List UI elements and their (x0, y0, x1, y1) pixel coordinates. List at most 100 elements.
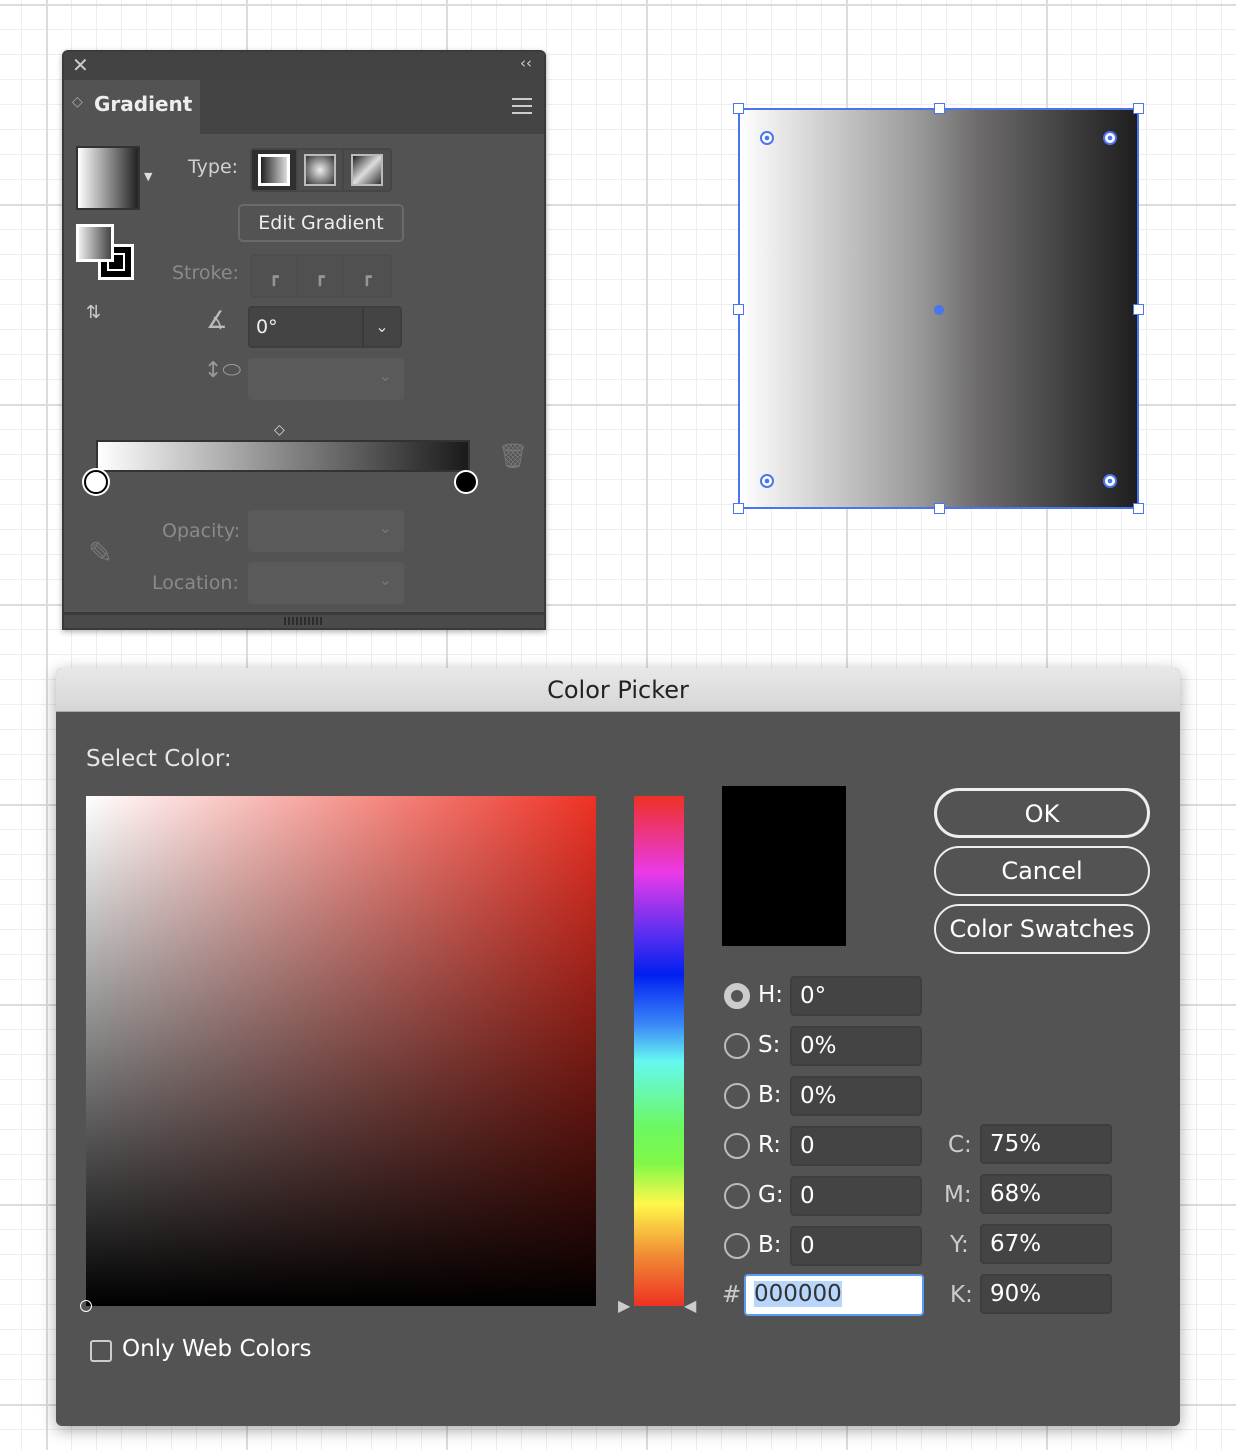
selection-handle[interactable] (934, 503, 945, 514)
selection-handle[interactable] (733, 304, 744, 315)
select-color-label: Select Color: (86, 746, 232, 772)
angle-value: 0° (250, 308, 364, 346)
selection-handle[interactable] (733, 103, 744, 114)
color-picker-dialog: Color Picker Select Color: ▶ ◀ OK Cancel… (56, 668, 1180, 1426)
type-label: Type: (188, 156, 239, 178)
gradient-panel: ✕ ‹‹ ◇ Gradient ▼ ⇅ Type: Edit Gradient … (62, 50, 546, 630)
cyan-input[interactable]: 75% (980, 1124, 1112, 1164)
center-point[interactable] (934, 305, 944, 315)
hue-slider-arrow-left[interactable]: ▶ (618, 1296, 630, 1315)
gradient-slider[interactable] (96, 440, 470, 472)
opacity-label: Opacity: (162, 520, 241, 542)
type-selector (250, 148, 392, 192)
stroke-label: Stroke: (172, 262, 239, 284)
current-color-preview (722, 786, 846, 946)
collapse-icon[interactable]: ‹‹ (520, 54, 532, 72)
magenta-label: M: (944, 1182, 972, 1208)
corner-widget[interactable] (760, 474, 774, 488)
only-web-colors-label: Only Web Colors (122, 1336, 312, 1362)
yellow-input[interactable]: 67% (980, 1224, 1112, 1264)
blue-label: B: (758, 1232, 782, 1258)
hex-input[interactable]: 000000 (744, 1274, 924, 1316)
dropdown-arrow-icon[interactable]: ▼ (144, 170, 152, 183)
reverse-gradient-icon[interactable]: ⇅ (86, 302, 101, 323)
blue-input[interactable]: 0 (790, 1226, 922, 1266)
ok-button[interactable]: OK (934, 788, 1150, 838)
corner-widget[interactable] (760, 131, 774, 145)
location-dropdown[interactable]: ⌄ (248, 562, 404, 604)
radial-gradient-button[interactable] (298, 150, 344, 190)
fill-swatch[interactable] (76, 224, 114, 262)
chevron-down-icon: ⌄ (378, 518, 392, 537)
location-label: Location: (152, 572, 239, 594)
aspect-ratio-dropdown[interactable]: ⌄ (248, 358, 404, 400)
stroke-selector: ┏ ┏ ┏ (250, 254, 392, 298)
resize-handle[interactable] (64, 612, 544, 628)
radio-saturation[interactable] (724, 1033, 750, 1059)
radio-red[interactable] (724, 1133, 750, 1159)
trash-icon[interactable]: 🗑 (498, 442, 528, 470)
selection-handle[interactable] (1133, 503, 1144, 514)
opacity-dropdown[interactable]: ⌄ (248, 510, 404, 552)
radio-blue[interactable] (724, 1233, 750, 1259)
color-marker[interactable] (80, 1300, 92, 1312)
linear-gradient-button[interactable] (252, 150, 298, 190)
brightness-label: B: (758, 1082, 782, 1108)
saturation-label: S: (758, 1032, 781, 1058)
gradient-swatch[interactable] (76, 146, 140, 210)
magenta-input[interactable]: 68% (980, 1174, 1112, 1214)
red-input[interactable]: 0 (790, 1126, 922, 1166)
stroke-across-icon[interactable]: ┏ (344, 256, 390, 296)
saturation-input[interactable]: 0% (790, 1026, 922, 1066)
menu-icon[interactable] (512, 98, 532, 114)
gradient-stop-white[interactable] (84, 470, 108, 494)
eyedropper-icon[interactable]: ✎ (88, 536, 113, 571)
freeform-gradient-button[interactable] (344, 150, 390, 190)
selection-handle[interactable] (1133, 103, 1144, 114)
red-label: R: (758, 1132, 782, 1158)
midpoint-diamond[interactable]: ◇ (274, 422, 285, 438)
selection-handle[interactable] (733, 503, 744, 514)
panel-title: Gradient (94, 92, 193, 116)
hue-slider-arrow-right[interactable]: ◀ (684, 1296, 696, 1315)
selection-handle[interactable] (1133, 304, 1144, 315)
cancel-button[interactable]: Cancel (934, 846, 1150, 896)
radio-green[interactable] (724, 1183, 750, 1209)
radio-hue[interactable] (724, 983, 750, 1009)
saturation-brightness-field[interactable] (80, 796, 596, 1312)
black-label: K: (950, 1282, 973, 1308)
black-input[interactable]: 90% (980, 1274, 1112, 1314)
hex-value: 000000 (754, 1281, 842, 1307)
selection-handle[interactable] (934, 103, 945, 114)
hue-input[interactable]: 0° (790, 976, 922, 1016)
chevron-down-icon[interactable]: ⌄ (364, 308, 400, 346)
angle-icon: ∡ (206, 306, 228, 334)
gradient-stop-black[interactable] (454, 470, 478, 494)
hue-slider[interactable] (634, 796, 684, 1306)
brightness-input[interactable]: 0% (790, 1076, 922, 1116)
chevron-down-icon: ⌄ (378, 366, 392, 385)
corner-widget[interactable] (1103, 131, 1117, 145)
updown-icon: ◇ (72, 94, 83, 110)
hex-hash-label: # (722, 1282, 742, 1308)
hue-label: H: (758, 982, 784, 1008)
chevron-down-icon: ⌄ (378, 570, 392, 589)
cyan-label: C: (948, 1132, 972, 1158)
panel-titlebar: ✕ ‹‹ (64, 52, 544, 80)
yellow-label: Y: (950, 1232, 969, 1258)
gradient-rectangle[interactable] (733, 103, 1144, 514)
only-web-colors-checkbox[interactable] (90, 1340, 112, 1362)
radio-brightness[interactable] (724, 1083, 750, 1109)
angle-input[interactable]: 0° ⌄ (248, 306, 402, 348)
stroke-within-icon[interactable]: ┏ (252, 256, 298, 296)
stroke-along-icon[interactable]: ┏ (298, 256, 344, 296)
aspect-ratio-icon: ↕⬭ (204, 358, 242, 383)
tab-gradient[interactable]: ◇ Gradient (64, 80, 200, 134)
green-input[interactable]: 0 (790, 1176, 922, 1216)
edit-gradient-button[interactable]: Edit Gradient (238, 204, 404, 242)
close-icon[interactable]: ✕ (72, 53, 89, 77)
green-label: G: (758, 1182, 784, 1208)
color-swatches-button[interactable]: Color Swatches (934, 904, 1150, 954)
dialog-title: Color Picker (56, 668, 1180, 712)
corner-widget[interactable] (1103, 474, 1117, 488)
